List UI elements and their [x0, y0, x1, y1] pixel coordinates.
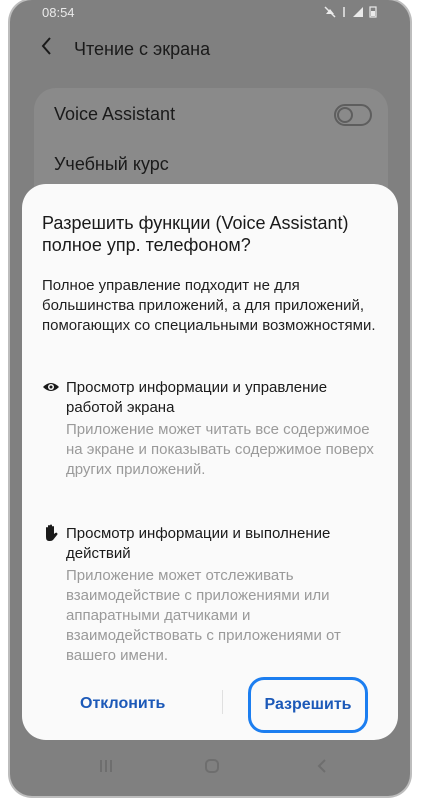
page-title: Чтение с экрана	[74, 39, 211, 59]
tutorial-row[interactable]: Учебный курс	[54, 154, 169, 175]
dialog-title: Разрешить функции (Voice Assistant) полн…	[42, 213, 349, 255]
app-header: Чтение с экрана	[10, 26, 410, 76]
battery-icon	[368, 6, 378, 21]
button-divider	[222, 690, 223, 714]
status-time: 08:54	[42, 5, 75, 20]
permission-description: Приложение может читать все содержимое н…	[66, 421, 374, 478]
signal-icon	[352, 6, 364, 21]
permission-dialog: Разрешить функции (Voice Assistant) полн…	[22, 184, 398, 740]
permission-title: Просмотр информации и управление работой…	[66, 379, 328, 416]
eye-icon	[42, 378, 60, 396]
navigation-bar	[10, 746, 410, 796]
back-button[interactable]	[40, 35, 54, 63]
permission-title: Просмотр информации и выполнение действи…	[66, 525, 331, 562]
toggle-knob	[337, 107, 353, 123]
allow-button[interactable]: Разрешить	[248, 677, 368, 733]
back-nav-button[interactable]	[315, 758, 329, 779]
status-bar: 08:54	[10, 0, 410, 26]
mute-icon	[324, 6, 336, 21]
home-button[interactable]	[204, 758, 220, 779]
dialog-body: Полное управление подходит не для больши…	[42, 277, 376, 334]
phone-screen: 08:54 Чтение с экрана Voice Assistant Уч…	[10, 0, 410, 796]
deny-button[interactable]: Отклонить	[80, 694, 165, 714]
permission-description: Приложение может отслеживать взаимодейст…	[66, 567, 341, 664]
voice-assistant-toggle[interactable]	[334, 104, 372, 126]
hand-icon	[42, 524, 60, 542]
voice-assistant-row[interactable]: Voice Assistant	[54, 104, 175, 125]
wifi-icon	[340, 6, 348, 21]
status-icons	[324, 6, 378, 21]
recent-apps-button[interactable]	[98, 758, 114, 779]
